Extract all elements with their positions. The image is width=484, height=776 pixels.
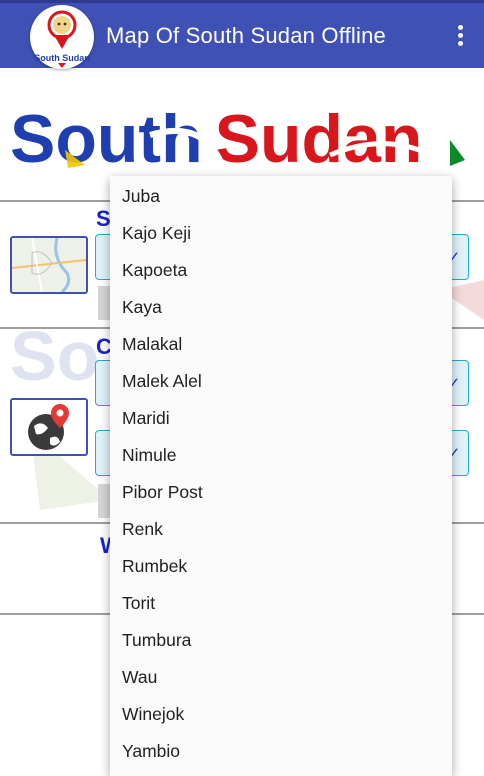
dropdown-item[interactable]: Wau <box>110 659 452 696</box>
dropdown-item[interactable]: Torit <box>110 585 452 622</box>
app-bar: South Sudan Map Of South Sudan Offline <box>0 0 484 69</box>
dropdown-item[interactable]: Malek Alel <box>110 363 452 400</box>
dropdown-item[interactable]: Rumbek <box>110 548 452 585</box>
dropdown-item[interactable]: Kapoeta <box>110 252 452 289</box>
map-thumbnail-icon[interactable] <box>10 236 88 294</box>
svg-text:South Sudan: South Sudan <box>34 53 90 63</box>
dropdown-item[interactable]: Winejok <box>110 696 452 733</box>
dropdown-item[interactable]: Juba <box>110 178 452 215</box>
section-title-1: S <box>96 206 111 231</box>
dropdown-item[interactable]: Yambio <box>110 733 452 770</box>
city-dropdown-list: Juba Kajo Keji Kapoeta Kaya Malakal Malek Ale… <box>110 176 452 776</box>
dropdown-item[interactable]: Tumbura <box>110 622 452 659</box>
globe-location-icon[interactable] <box>10 398 88 456</box>
banner-text-sudan: Sudan <box>215 101 423 177</box>
banner-text-south: South <box>10 101 203 177</box>
dropdown-item[interactable]: Maridi <box>110 400 452 437</box>
dropdown-item[interactable]: Pibor Post <box>110 474 452 511</box>
dropdown-item[interactable]: Nimule <box>110 437 452 474</box>
app-logo: South Sudan <box>30 5 94 69</box>
dropdown-item[interactable]: Kaya <box>110 289 452 326</box>
logo-graphic: South Sudan <box>32 7 92 68</box>
dropdown-item[interactable]: Malakal <box>110 326 452 363</box>
dropdown-item[interactable]: Kajo Keji <box>110 215 452 252</box>
south-sudan-banner: South Sudan <box>10 101 465 177</box>
overflow-menu-icon[interactable] <box>456 25 464 49</box>
dropdown-item[interactable]: Renk <box>110 511 452 548</box>
app-title: Map Of South Sudan Offline <box>106 23 386 48</box>
